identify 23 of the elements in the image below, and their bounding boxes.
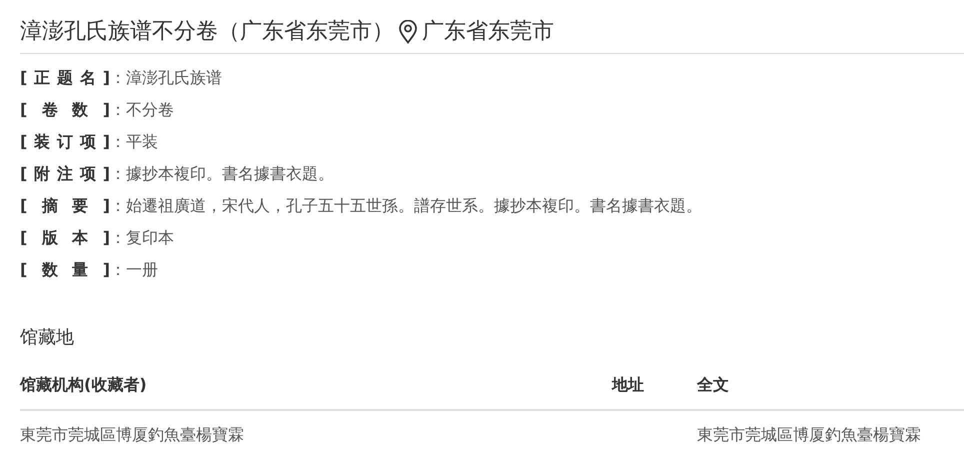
field-value: ：漳澎孔氏族谱 [110,67,222,89]
column-header: 地址 [612,373,697,411]
location-text: 广东省东莞市 [422,18,554,46]
field-label: [附注项] [20,163,110,185]
field-label: [装订项] [20,131,110,153]
section-heading: 馆藏地 [20,326,75,350]
field-value: ：平装 [110,131,158,153]
field-label: [卷数] [20,99,110,121]
field-label: [正题名] [20,67,110,89]
table-cell-text: 東莞市莞城區博厦釣魚臺楊寶霖 [697,424,922,446]
field-value: ：不分卷 [110,99,174,121]
field-value: ：據抄本複印。書名據書衣題。 [110,163,334,185]
table-cell-text: 東莞市莞城區博厦釣魚臺楊寶霖 [20,424,245,446]
location-pin-icon [398,20,418,44]
field-value: ：一册 [110,259,158,281]
field-label: [摘要] [20,195,110,217]
column-header: 馆藏机构(收藏者) [20,373,612,411]
field-label: [数量] [20,259,110,281]
field-value: ：始遷祖廣道，宋代人，孔子五十五世孫。譜存世系。據抄本複印。書名據書衣題。 [110,195,702,217]
column-header: 全文 [697,373,964,411]
field-label: [版本] [20,227,110,249]
field-value: ：复印本 [110,227,174,249]
page-title: 漳澎孔氏族谱不分卷（广东省东莞市） [20,18,394,46]
